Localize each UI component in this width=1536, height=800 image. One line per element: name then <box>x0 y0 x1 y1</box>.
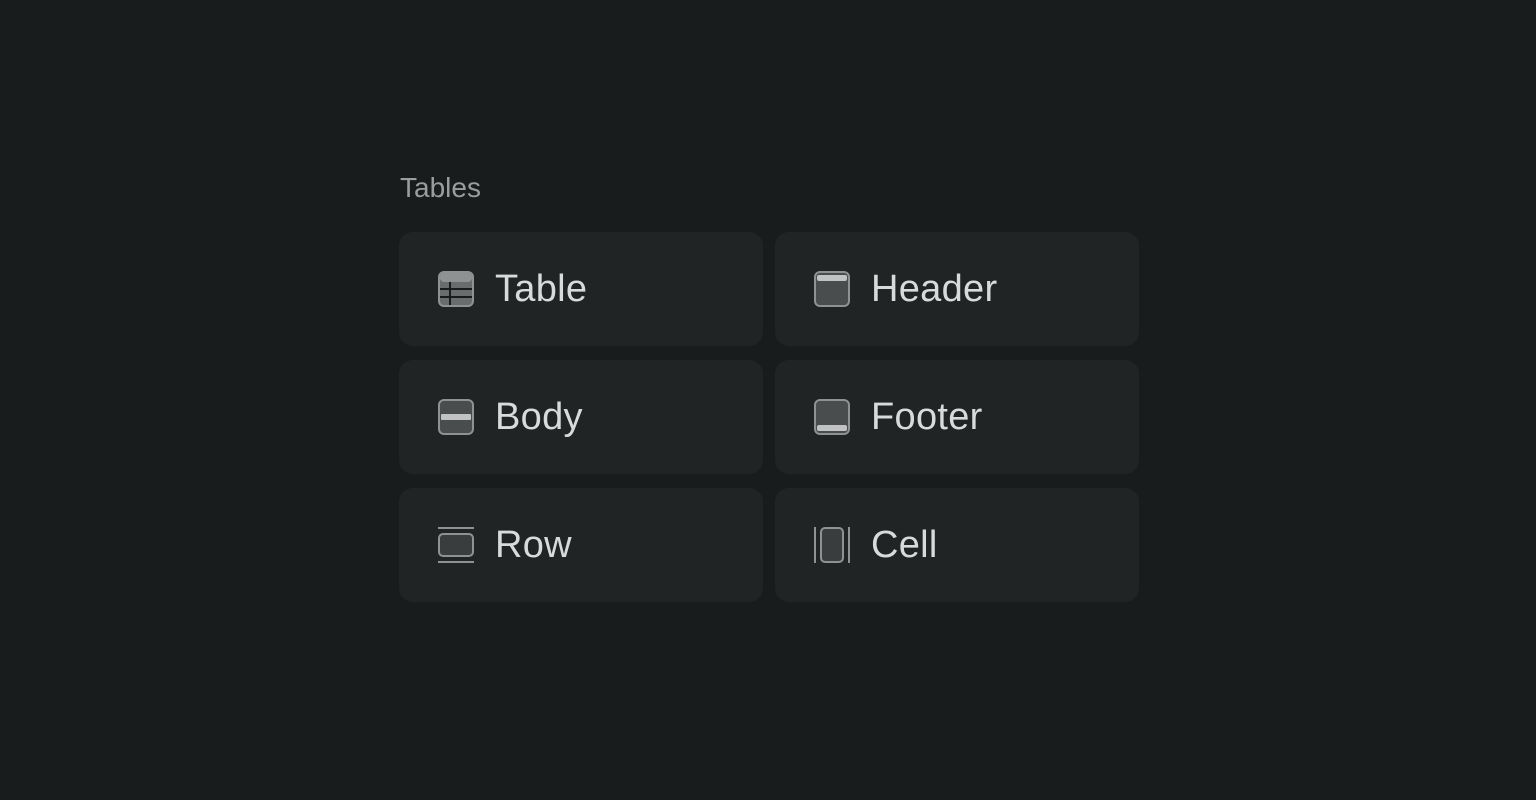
table-row-icon <box>437 526 475 564</box>
body-item-label: Body <box>495 396 583 438</box>
table-cell-icon <box>813 526 851 564</box>
header-item[interactable]: Header <box>775 232 1139 346</box>
footer-item-label: Footer <box>871 396 983 438</box>
table-item-label: Table <box>495 268 588 310</box>
table-item[interactable]: Table <box>399 232 763 346</box>
table-body-icon <box>437 398 475 436</box>
table-footer-icon <box>813 398 851 436</box>
tables-panel: Tables Table Header Body Footer Row Cell <box>399 166 1139 602</box>
table-header-icon <box>813 270 851 308</box>
tables-grid: Table Header Body Footer Row Cell <box>399 232 1139 602</box>
cell-item[interactable]: Cell <box>775 488 1139 602</box>
header-item-label: Header <box>871 268 998 310</box>
table-icon <box>437 270 475 308</box>
body-item[interactable]: Body <box>399 360 763 474</box>
section-title: Tables <box>400 172 481 203</box>
row-item-label: Row <box>495 524 572 566</box>
cell-item-label: Cell <box>871 524 938 566</box>
row-item[interactable]: Row <box>399 488 763 602</box>
footer-item[interactable]: Footer <box>775 360 1139 474</box>
